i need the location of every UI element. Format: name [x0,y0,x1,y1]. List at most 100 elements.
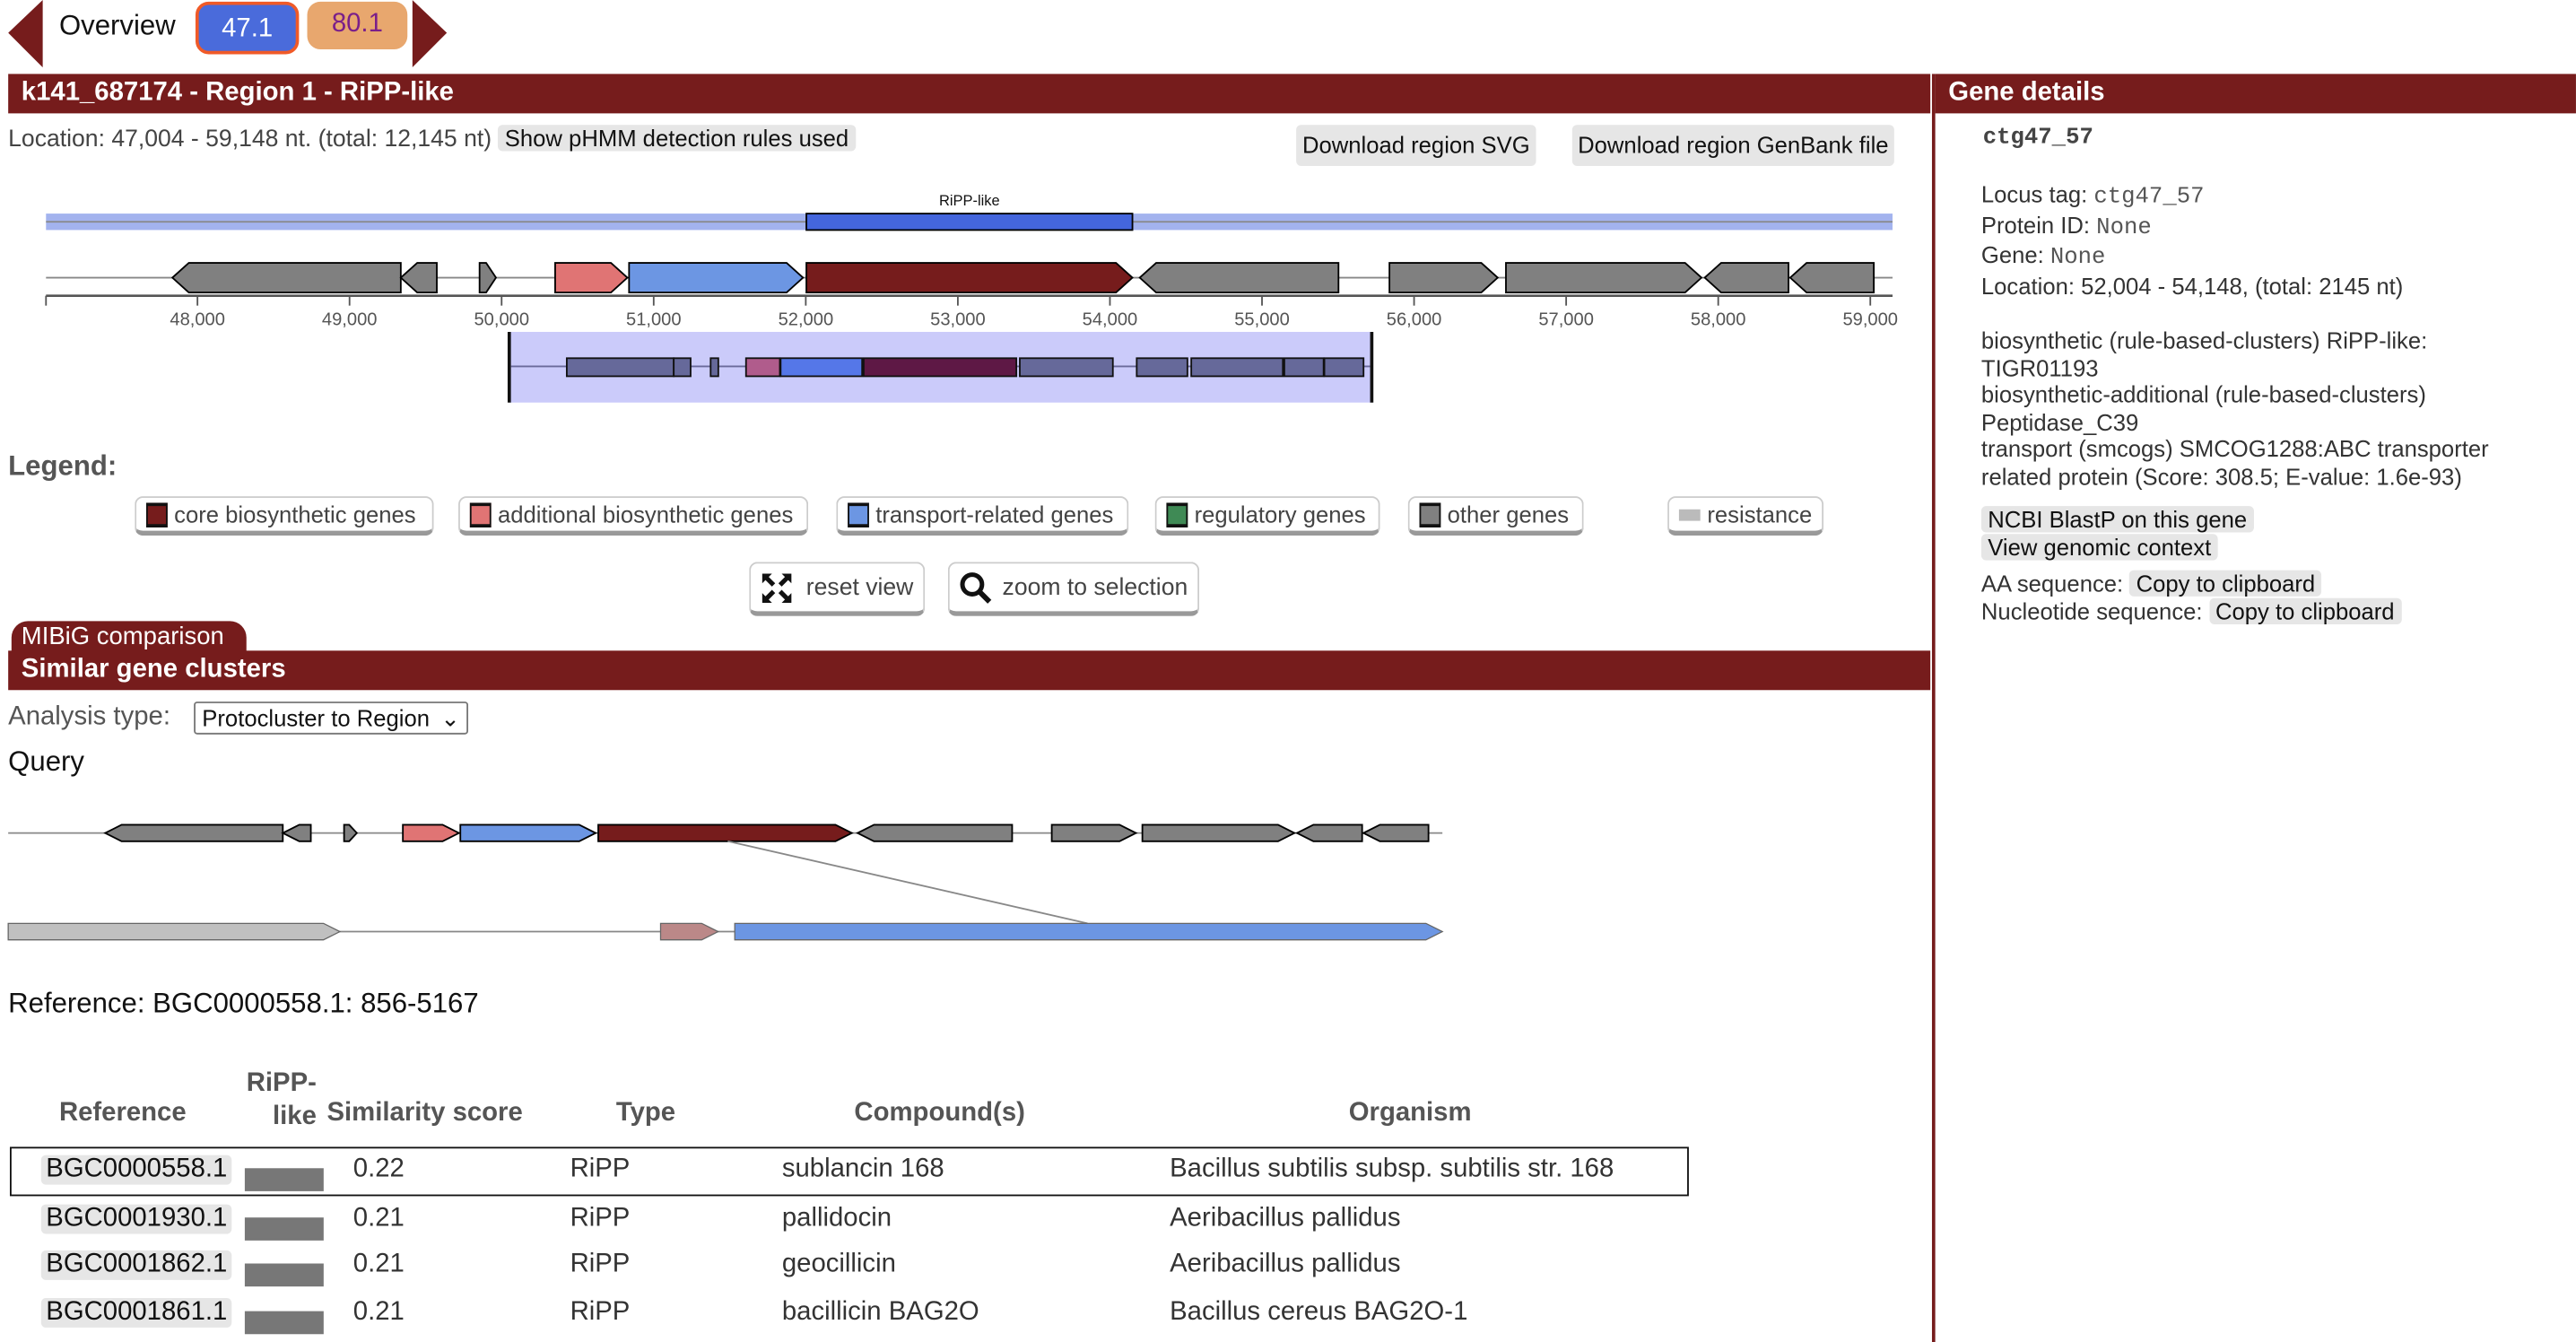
gene-name: ctg47_57 [1982,125,2093,152]
query-gene[interactable] [1050,824,1138,842]
gene-arrow[interactable] [1388,262,1500,293]
reference-link[interactable]: BGC0001930.1 [40,1204,232,1234]
gene-arrow[interactable] [1138,262,1340,293]
reference-link[interactable]: BGC0001861.1 [40,1297,232,1328]
cluster-type: RiPP [570,1297,631,1327]
ncbi-blastp-button[interactable]: NCBI BlastP on this gene [1980,506,2254,533]
organism: Bacillus subtilis subsp. subtilis str. 1… [1170,1155,1614,1183]
query-gene[interactable] [856,824,1014,842]
mibig-comparison-tab[interactable]: MIBiG comparison [11,621,247,653]
query-gene[interactable] [103,824,284,842]
axis-tick-label: 55,000 [1234,310,1290,330]
legend-swatch [848,501,869,527]
legend-swatch [146,501,168,527]
zoom-to-selection-button[interactable]: zoom to selection [947,562,1200,616]
minimap-gene [1019,357,1114,378]
aa-sequence-row: AA sequence: Copy to clipboard [1981,570,2556,598]
legend-swatch [469,501,492,527]
query-gene[interactable] [402,824,461,842]
gene-arrow[interactable] [628,262,805,293]
homology-link [727,840,1088,925]
gene-arrow[interactable] [805,262,1134,293]
query-gene[interactable] [281,824,312,842]
minimap-gene [1190,357,1284,378]
similarity-score: 0.22 [352,1155,405,1183]
minimap-gene [565,357,675,378]
annotation-line: transport (smcogs) SMCOG1288:ABC transpo… [1980,435,2489,462]
annotation-line: Peptidase_C39 [1980,408,2139,435]
legend-regulatory[interactable]: regulatory genes [1154,496,1380,536]
view-genomic-context-button[interactable]: View genomic context [1980,534,2218,561]
query-gene[interactable] [1141,824,1297,842]
query-gene[interactable] [1294,824,1363,842]
reference-link[interactable]: BGC0000558.1 [40,1155,232,1185]
compound: geocillicin [781,1250,896,1278]
query-gene[interactable] [1362,824,1430,842]
reference-link[interactable]: BGC0001862.1 [40,1250,232,1280]
similar-clusters-title: Similar gene clusters [8,650,1931,691]
legend-additional[interactable]: additional biosynthetic genes [458,496,809,536]
legend-transport[interactable]: transport-related genes [836,496,1129,536]
region-gene-map[interactable]: RiPP-like 48,000 49,000 50,000 51,000 52,000 5… [0,180,1922,410]
axis-tick-label: 49,000 [322,310,378,330]
zoom-selection-label: zoom to selection [1002,574,1188,601]
minimap-gene [779,357,864,378]
reference-gene[interactable] [7,922,342,941]
gene-arrow[interactable] [399,262,438,293]
gene-arrow[interactable] [1703,262,1789,293]
chevron-down-icon: ⌄ [440,704,460,732]
analysis-type-select[interactable]: Protocluster to Region ⌄ [194,702,469,735]
annotation-line: TIGR01193 [1980,353,2099,381]
reset-view-button[interactable]: reset view [749,562,926,616]
overview-tab[interactable]: Overview [59,10,176,43]
reset-view-label: reset view [805,574,914,601]
copy-aa-button[interactable]: Copy to clipboard [2129,570,2322,597]
gene-arrow[interactable] [1788,262,1875,293]
legend-label: additional biosynthetic genes [497,501,794,527]
minimap-gene [744,357,781,378]
prev-region-arrow[interactable] [8,0,44,69]
comparison-map[interactable] [0,805,1478,961]
legend-other[interactable]: other genes [1407,496,1584,536]
gene-location: Location: 52,004 - 54,148, (total: 2145 … [1980,272,2404,299]
axis-tick-label: 54,000 [1083,310,1138,330]
next-region-arrow[interactable] [412,0,448,69]
gene-arrow[interactable] [554,262,629,293]
gene-arrow[interactable] [170,262,402,293]
reference-gene[interactable] [734,922,1444,941]
query-gene[interactable] [343,824,359,842]
gene-details-body: Locus tag: ctg47_57 Protein ID: None Gen… [1980,180,2556,625]
axis-tick-label: 50,000 [474,310,529,330]
axis-tick-label: 51,000 [626,310,682,330]
region-tab-47-1[interactable]: 47.1 [195,1,300,55]
minimap-gene [863,357,1018,378]
cluster-type: RiPP [570,1250,631,1278]
organism: Aeribacillus pallidus [1170,1250,1401,1278]
legend-core[interactable]: core biosynthetic genes [135,496,434,536]
gene-arrow[interactable] [1505,262,1703,293]
magnifier-icon [960,571,992,603]
show-phmm-rules-button[interactable]: Show pHMM detection rules used [498,125,856,152]
col-header-compounds: Compound(s) [854,1099,1025,1128]
similarity-bar [244,1311,324,1335]
protocluster-ripp-like[interactable] [805,213,1134,231]
download-genbank-button[interactable]: Download region GenBank file [1571,125,1894,166]
minimap-gene [1136,357,1188,378]
gene-arrow[interactable] [478,262,498,293]
gene-details-title: Gene details [1935,74,2576,114]
query-gene[interactable] [597,824,854,842]
copy-nt-button[interactable]: Copy to clipboard [2208,597,2401,625]
region-tab-80-1[interactable]: 80.1 [307,1,408,49]
annotation-line: related protein (Score: 308.5; E-value: … [1980,462,2462,489]
download-svg-button[interactable]: Download region SVG [1296,125,1536,166]
gene-field: Gene: None [1980,241,2106,272]
locus-tag: Locus tag: ctg47_57 [1980,180,2205,211]
annotation-line: biosynthetic-additional (rule-based-clus… [1980,380,2426,408]
similarity-bar [244,1217,324,1241]
reference-label: Reference: BGC0000558.1: 856-5167 [8,987,479,1019]
reference-gene[interactable] [659,922,720,941]
legend-resistance[interactable]: resistance [1667,496,1824,536]
similarity-score: 0.21 [352,1250,405,1278]
expand-icon [761,572,792,603]
query-gene[interactable] [459,824,598,842]
